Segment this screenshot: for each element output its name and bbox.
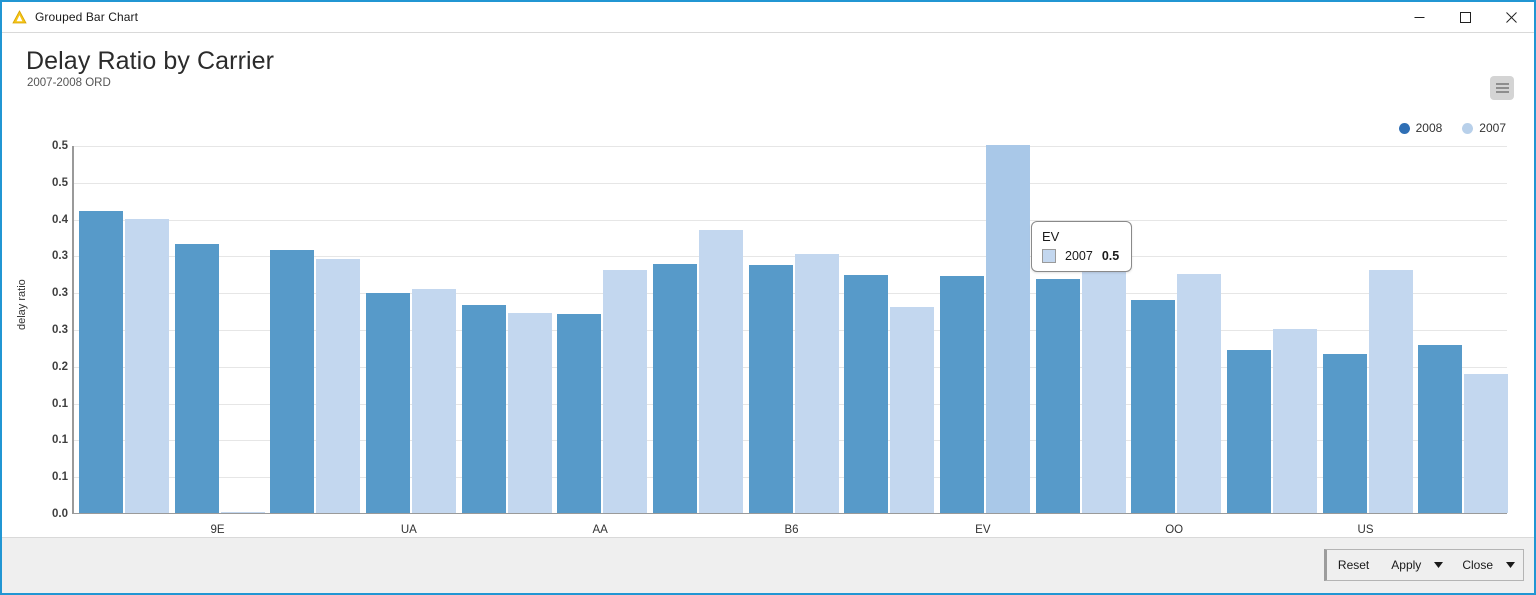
bar-OO-2008[interactable] (1131, 300, 1176, 513)
bottom-toolbar: Reset Apply Close (2, 537, 1534, 593)
application-window: Grouped Bar Chart Delay Ratio by Carrier… (0, 0, 1536, 595)
chart-content-area: Delay Ratio by Carrier 2007-2008 ORD 200… (2, 32, 1534, 593)
bar-DL-2007[interactable] (1272, 329, 1317, 513)
bar-NW-2008[interactable] (1418, 345, 1463, 513)
bar-group-B6 (748, 146, 839, 513)
bar-YV-2007[interactable] (316, 259, 361, 513)
bar-EV-2007[interactable] (985, 145, 1030, 513)
bar-UA-2008[interactable] (365, 292, 410, 513)
bar-group-YV (270, 146, 361, 513)
reset-button[interactable]: Reset (1327, 550, 1380, 580)
apply-split-button: Apply (1380, 550, 1451, 580)
bar-group-9E (174, 146, 265, 513)
bar-OH-2008[interactable] (1035, 278, 1080, 513)
close-window-button[interactable] (1488, 2, 1534, 32)
bar-US-2008[interactable] (1322, 354, 1367, 513)
y-axis-tick-label: 0.1 (52, 397, 68, 410)
x-axis-label-US: US (1357, 524, 1374, 536)
plot-wrapper: delay ratio 0.0 0.1 0.1 0.1 0.2 0.3 0.3 0.3 0.4 0… (2, 33, 1536, 593)
y-axis-tick-label: 0.5 (52, 176, 68, 189)
dialog-button-panel: Reset Apply Close (1323, 549, 1524, 581)
minimize-button[interactable] (1396, 2, 1442, 32)
y-axis-tick-label: 0.0 (52, 508, 68, 520)
y-axis-title: delay ratio (16, 279, 28, 330)
y-axis-tick-label: 0.1 (52, 434, 68, 447)
bar-group-OO (1131, 146, 1222, 513)
x-axis-label-AA: AA (592, 524, 608, 536)
bar-group-DL (1226, 146, 1317, 513)
bar-AS-2007[interactable] (698, 230, 743, 513)
close-chevron-down-icon[interactable] (1504, 550, 1523, 580)
y-axis-tick-label: 0.1 (52, 471, 68, 484)
bar-MQ-2008[interactable] (844, 274, 889, 513)
bar-9E-2007[interactable] (220, 511, 265, 513)
y-axis-tick-label: 0.3 (52, 324, 68, 336)
bar-B6-2008[interactable] (748, 264, 793, 513)
y-axis-tick-label: 0.5 (52, 140, 68, 152)
bar-group-OH (1035, 146, 1126, 513)
x-axis-label-9E: 9E (210, 524, 225, 536)
bar-CO-2008[interactable] (78, 211, 123, 513)
apply-button[interactable]: Apply (1380, 550, 1432, 580)
bar-EV-2008[interactable] (939, 276, 984, 513)
bar-AS-2008[interactable] (652, 264, 697, 513)
tooltip-row: 2007 0.5 (1042, 249, 1119, 263)
window-title-bar: Grouped Bar Chart (2, 2, 1534, 32)
bar-AA-2007[interactable] (603, 270, 648, 513)
bar-AA-2008[interactable] (557, 313, 602, 513)
warning-triangle-icon (11, 9, 27, 25)
bar-group-MQ (844, 146, 935, 513)
bar-group-EV (939, 145, 1030, 513)
x-axis-label-OO: OO (1165, 524, 1184, 536)
maximize-button[interactable] (1442, 2, 1488, 32)
bar-group-AS (652, 146, 743, 513)
bar-XE-2008[interactable] (461, 304, 506, 513)
bar-YV-2008[interactable] (270, 249, 315, 513)
bar-UA-2007[interactable] (411, 289, 456, 513)
bar-OO-2007[interactable] (1177, 273, 1222, 513)
close-dialog-button[interactable]: Close (1451, 550, 1504, 580)
plot-area: 0.0 0.1 0.1 0.1 0.2 0.3 0.3 0.3 0.4 0.5 0.5 (52, 140, 1509, 520)
close-split-button: Close (1451, 550, 1523, 580)
bar-9E-2008[interactable] (174, 244, 219, 513)
bar-group-UA (365, 146, 456, 513)
bar-group-CO (78, 146, 169, 513)
window-controls (1396, 2, 1534, 32)
bar-MQ-2007[interactable] (890, 306, 935, 513)
x-axis-label-EV: EV (975, 524, 991, 536)
y-axis-tick-label: 0.2 (52, 360, 68, 373)
y-axis-tick-label: 0.4 (52, 213, 68, 226)
bar-CO-2007[interactable] (124, 218, 169, 513)
y-axis-tick-label: 0.3 (52, 287, 68, 300)
tooltip-color-swatch (1042, 249, 1056, 263)
chart-tooltip: EV 2007 0.5 (1031, 221, 1133, 272)
tooltip-value: 0.5 (1101, 249, 1120, 263)
bar-group-XE (461, 146, 552, 513)
bar-OH-2007[interactable] (1081, 267, 1126, 513)
bar-B6-2007[interactable] (794, 253, 839, 513)
apply-chevron-down-icon[interactable] (1432, 550, 1451, 580)
tooltip-title: EV (1042, 229, 1060, 244)
bar-group-AA (557, 146, 648, 513)
bar-NW-2007[interactable] (1464, 373, 1509, 513)
bar-XE-2007[interactable] (507, 312, 552, 513)
bar-group-US (1322, 146, 1413, 513)
window-title-text: Grouped Bar Chart (35, 10, 139, 24)
bar-group-NW (1418, 146, 1509, 513)
x-axis-label-B6: B6 (784, 524, 799, 536)
x-axis-label-UA: UA (400, 524, 417, 536)
bar-US-2007[interactable] (1368, 270, 1413, 513)
bar-DL-2008[interactable] (1226, 349, 1271, 513)
y-axis-tick-label: 0.3 (52, 250, 68, 263)
tooltip-series-label: 2007 (1065, 249, 1093, 263)
